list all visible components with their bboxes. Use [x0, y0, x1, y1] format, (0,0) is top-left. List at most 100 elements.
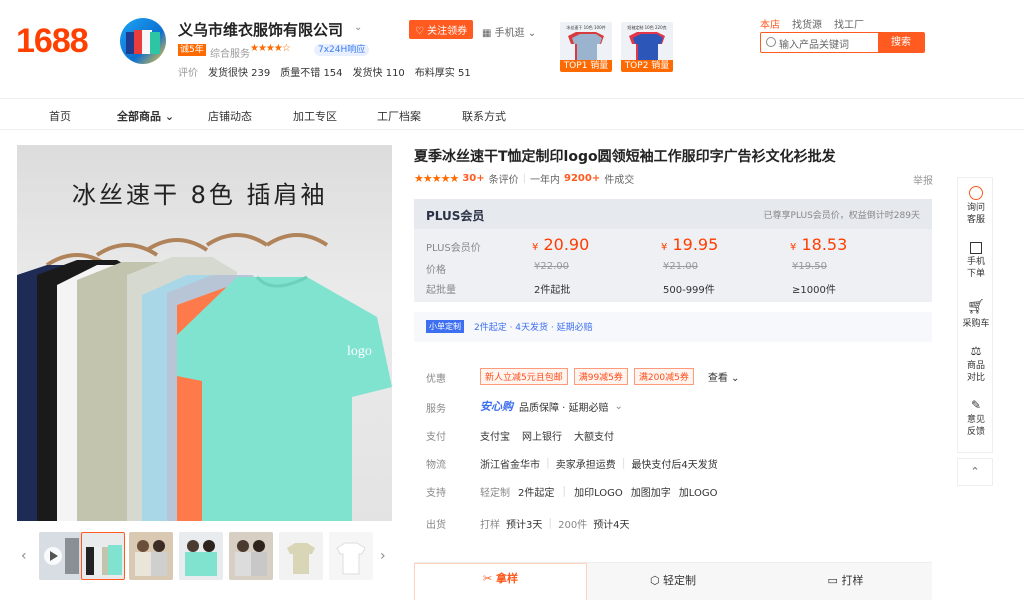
scope-tab-factory[interactable]: 找工厂	[834, 16, 864, 31]
ship-key: 200件	[558, 520, 588, 531]
shop-avatar[interactable]	[120, 18, 166, 64]
support-item: 加LOGO	[678, 488, 718, 499]
sidebar-label: 询问客服	[966, 203, 985, 225]
search-icon	[766, 37, 776, 47]
row-label: 价格	[426, 265, 446, 276]
sidebar-compare[interactable]: ⚖ 商品对比	[958, 344, 994, 384]
nav-processing[interactable]: 加工专区	[293, 108, 337, 124]
thumbnail-image[interactable]	[329, 532, 373, 580]
support-sub: 轻定制	[480, 488, 510, 499]
coupon[interactable]: 新人立减5元且包邮	[480, 368, 568, 385]
row-label: 服务	[426, 404, 446, 415]
plus-price-value: 18.53	[801, 235, 848, 254]
row-label: 物流	[426, 460, 446, 471]
coupon-more-label: 查看	[707, 373, 728, 384]
thumbnail-video[interactable]	[39, 532, 83, 580]
nav-contact[interactable]: 联系方式	[462, 108, 506, 124]
year-badge: 诚5年	[178, 44, 206, 56]
rating-label: 综合服务	[210, 49, 250, 60]
top-tag: TOP1 销量	[560, 60, 612, 72]
top-product-2[interactable]: 短袖定制 10色 220克 TOP2 销量	[621, 22, 673, 72]
plus-price: ¥ 20.90	[532, 235, 589, 254]
logistics-item: 浙江省金华市	[480, 460, 540, 471]
eval-item: 发货快 110	[352, 68, 405, 79]
sidebar-chat[interactable]: 询问客服	[958, 186, 994, 226]
plus-price: ¥ 19.95	[661, 235, 718, 254]
site-logo[interactable]: 1688	[16, 22, 89, 61]
chevron-down-icon[interactable]: ⌄	[354, 22, 362, 33]
coupon-more[interactable]: 查看 ⌄	[708, 369, 740, 384]
support-row: 支持	[426, 484, 446, 499]
moq: 2件起批	[534, 285, 571, 296]
back-to-top-button[interactable]: ⌃	[957, 458, 993, 486]
pay-row: 支付	[426, 428, 446, 443]
service-brand: 安心购	[480, 400, 513, 413]
search-box: 输入产品关键词 搜索	[760, 32, 925, 53]
scope-tab-source[interactable]: 找货源	[792, 16, 822, 31]
top-product-1[interactable]: 冰丝速干 10色 100件 TOP1 销量	[560, 22, 612, 72]
plus-price-value: 19.95	[672, 235, 719, 254]
search-button[interactable]: 搜索	[878, 33, 924, 52]
nav-home[interactable]: 首页	[49, 108, 71, 124]
mobile-label: 手机逛	[494, 28, 525, 39]
product-title: 夏季冰丝速干T恤定制印logo圆领短袖工作服印字广告衫文化衫批发	[414, 149, 836, 165]
sidebar-mobile-order[interactable]: 手机下单	[958, 242, 994, 280]
follow-label: 关注领券	[427, 26, 468, 37]
tab-label: 打样	[841, 574, 864, 587]
chevron-down-icon: ⌄	[164, 110, 175, 123]
thumbnail-image[interactable]	[81, 532, 125, 580]
tab-sample[interactable]: ✂ 拿样	[414, 563, 587, 600]
eval-item: 布料厚实 51	[414, 68, 471, 79]
thumbnail-image[interactable]	[279, 532, 323, 580]
sales-label: 件成交	[604, 175, 635, 186]
nav-all-products[interactable]: 全部商品 ⌄	[117, 108, 174, 124]
top-product-label: 短袖定制 10色 220克	[627, 24, 666, 30]
chevron-left-icon[interactable]: ‹	[21, 548, 27, 564]
logo-mark: logo	[347, 344, 372, 359]
tab-proof[interactable]: ▭ 打样	[759, 563, 932, 600]
thumbnail-image[interactable]	[129, 532, 173, 580]
row-label: 起批量	[426, 285, 456, 296]
chevron-down-icon: ⌄	[731, 373, 740, 384]
sidebar-label: 商品对比	[966, 361, 985, 383]
pay-item: 支付宝	[480, 432, 510, 443]
mobile-link[interactable]: ▦ 手机逛 ⌄	[482, 24, 536, 39]
sales-count: 9200+	[563, 173, 601, 184]
scissors-icon: ✂	[482, 572, 493, 585]
top-tag: TOP2 销量	[621, 60, 673, 72]
doc-icon: ▭	[827, 574, 838, 587]
nav-news[interactable]: 店铺动态	[208, 108, 252, 124]
shop-name[interactable]: 义乌市维衣服饰有限公司	[178, 19, 343, 40]
sidebar-feedback[interactable]: ✎ 意见反馈	[958, 398, 994, 438]
sales-period: 一年内	[529, 175, 560, 186]
purchase-tabs: ✂ 拿样 ⬡ 轻定制 ▭ 打样	[414, 562, 932, 600]
custom-tag: 小单定制	[426, 320, 464, 333]
sidebar-cart[interactable]: 🛒︎ 采购车	[958, 300, 994, 329]
coupon[interactable]: 满99减5券	[573, 368, 628, 385]
plus-note[interactable]: 已尊享PLUS会员价，权益倒计时289天	[764, 208, 920, 221]
search-input[interactable]: 输入产品关键词	[779, 36, 849, 51]
row-label: PLUS会员价	[426, 243, 481, 254]
nav-all-products-label: 全部商品	[117, 110, 161, 123]
nav-factory[interactable]: 工厂档案	[377, 108, 421, 124]
review-count[interactable]: 30+	[462, 173, 484, 184]
support-list: 轻定制 2件起定 | 加印LOGO 加图加字 加LOGO	[480, 484, 718, 499]
scope-tab-shop[interactable]: 本店	[760, 16, 780, 31]
report-link[interactable]: 举报	[913, 172, 933, 187]
discount-row: 优惠	[426, 370, 446, 385]
ship-value: 预计4天	[593, 520, 630, 531]
coupon[interactable]: 满200减5券	[633, 368, 694, 385]
thumbnail-image[interactable]	[179, 532, 223, 580]
compare-icon: ⚖	[970, 344, 982, 358]
cart-icon: 🛒︎	[967, 299, 985, 315]
review-stars: ★★★★★	[414, 172, 459, 185]
chevron-right-icon[interactable]: ›	[380, 548, 386, 564]
rating-stars: ★★★★☆	[250, 43, 291, 54]
follow-coupon-button[interactable]: ♡ 关注领券	[409, 20, 474, 39]
service-info[interactable]: 安心购 品质保障 · 延期必赔 ⌄	[480, 398, 623, 414]
custom-strip[interactable]: 小单定制 2件起定 · 4天发货 · 延期必赔	[414, 312, 932, 342]
thumbnail-image[interactable]	[229, 532, 273, 580]
tab-light-custom[interactable]: ⬡ 轻定制	[587, 563, 759, 600]
eval-item: 质量不错 154	[280, 68, 343, 79]
main-product-image[interactable]: 冰丝速干 8色 插肩袖 logo	[17, 145, 392, 521]
